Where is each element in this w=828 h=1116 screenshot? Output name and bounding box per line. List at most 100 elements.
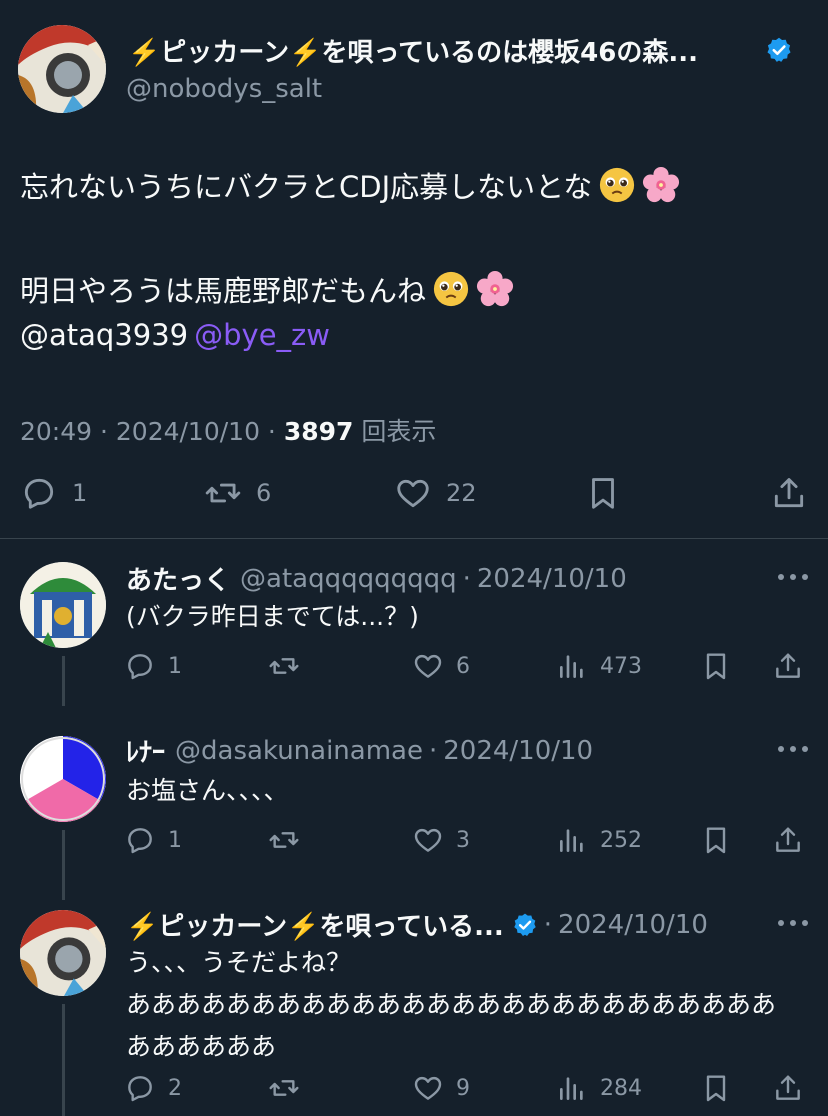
like-button[interactable]: 22 (394, 474, 477, 512)
reply-header: ﾚﾅｰ @dasakunainamae · 2024/10/10 (126, 732, 593, 769)
reply-actions: 1 6 473 (0, 650, 828, 684)
author-avatar[interactable] (18, 25, 106, 113)
reply-date[interactable]: 2024/10/10 (443, 736, 593, 766)
like-icon (414, 654, 442, 678)
cherry-blossom-emoji (476, 270, 514, 308)
reply-tweet[interactable]: あたっく @ataqqqqqqqqq · 2024/10/10 (バクラ昨日まで… (0, 540, 828, 712)
mention-link[interactable]: @bye_zw (194, 318, 330, 352)
more-icon[interactable] (776, 744, 810, 754)
more-icon[interactable] (776, 918, 810, 928)
main-tweet: ⚡️ピッカーン⚡️を唄っているのは櫻坂46の森... @nobodys_salt… (0, 0, 828, 540)
views-button[interactable]: 473 (556, 650, 642, 682)
tweet-text: 忘れないうちにバクラとCDJ応募しないとな (20, 170, 593, 204)
author-handle[interactable]: @nobodys_salt (126, 74, 322, 104)
section-divider (0, 538, 828, 539)
reply-handle[interactable]: @ataqqqqqqqqq (240, 564, 457, 594)
reply-display-name[interactable]: あたっく (126, 560, 230, 597)
separator-dot: · (462, 563, 471, 594)
bookmark-button[interactable] (700, 1072, 732, 1104)
avatar-illustration (20, 736, 106, 822)
cherry-blossom-emoji (642, 166, 680, 204)
reply-button[interactable]: 2 (124, 1072, 182, 1104)
reply-header: あたっく @ataqqqqqqqqq · 2024/10/10 (126, 560, 627, 597)
like-button[interactable]: 6 (412, 650, 470, 682)
tweet-mentions: @ataq3939 @bye_zw (20, 318, 330, 352)
pleading-face-emoji (598, 166, 636, 204)
mention-link[interactable]: @ataq3939 (20, 318, 188, 352)
avatar-illustration (20, 562, 106, 648)
reply-tweet[interactable]: ﾚﾅｰ @dasakunainamae · 2024/10/10 お塩さん、、、… (0, 712, 828, 886)
reply-button[interactable]: 1 (124, 650, 182, 682)
view-count: 284 (600, 1075, 642, 1101)
like-icon (414, 828, 442, 852)
reply-text-line: (バクラ昨日までては...？) (126, 602, 419, 631)
bookmark-icon (706, 1075, 726, 1102)
views-button[interactable]: 252 (556, 824, 642, 856)
tweet-text: 明日やろうは馬鹿野郎だもんね (20, 274, 427, 308)
share-button[interactable] (772, 824, 804, 856)
reply-avatar[interactable] (20, 910, 106, 996)
reply-actions: 2 9 284 (0, 1072, 828, 1106)
views-icon (560, 1077, 583, 1100)
view-count: 252 (600, 827, 642, 853)
share-icon (776, 653, 800, 678)
retweet-icon (269, 832, 299, 848)
reply-count: 1 (168, 653, 182, 679)
bookmark-button[interactable] (700, 650, 732, 682)
reply-button[interactable]: 1 (124, 824, 182, 856)
tweet-actions: 1 6 22 (0, 474, 828, 520)
reply-display-name[interactable]: ﾚﾅｰ (126, 732, 165, 769)
reply-count: 1 (72, 479, 88, 507)
retweet-button[interactable] (268, 1072, 300, 1104)
more-icon[interactable] (776, 572, 810, 582)
avatar-illustration (18, 25, 106, 113)
share-icon (776, 827, 800, 852)
bookmark-icon (706, 827, 726, 854)
pleading-face-emoji (432, 270, 470, 308)
reply-icon (128, 828, 152, 854)
share-button[interactable] (772, 1072, 804, 1104)
reply-icon (128, 654, 152, 680)
reply-tweet[interactable]: ⚡️ピッカーン⚡️を唄っている... · 2024/10/10 う、、、うそだよ… (0, 886, 828, 1116)
view-count: 3897 (283, 417, 354, 446)
retweet-button[interactable] (268, 824, 300, 856)
tweet-meta: 20:49 · 2024/10/10 · 3897 回表示 (20, 412, 436, 448)
like-count: 22 (446, 479, 477, 507)
reply-text: お塩さん、、、、 (126, 770, 289, 812)
reply-date[interactable]: 2024/10/10 (477, 564, 627, 594)
retweet-button[interactable]: 6 (204, 474, 271, 512)
like-count: 6 (456, 653, 470, 679)
verified-badge-icon (514, 913, 536, 936)
author-display-name[interactable]: ⚡️ピッカーン⚡️を唄っているのは櫻坂46の森... (128, 32, 698, 69)
bookmark-icon (706, 653, 726, 680)
verified-badge-icon (767, 37, 791, 62)
reply-header: ⚡️ピッカーン⚡️を唄っている... · 2024/10/10 (126, 906, 708, 943)
bookmark-button[interactable] (584, 474, 622, 512)
share-button[interactable] (770, 474, 808, 512)
share-button[interactable] (772, 650, 804, 682)
separator-dot: · (543, 909, 553, 940)
retweet-icon (205, 483, 241, 503)
views-button[interactable]: 284 (556, 1072, 642, 1104)
reply-date[interactable]: 2024/10/10 (558, 910, 708, 940)
reply-avatar[interactable] (20, 736, 106, 822)
reply-avatar[interactable] (20, 562, 106, 648)
tweet-text-line: 忘れないうちにバクラとCDJ応募しないとな (20, 164, 680, 206)
share-icon (774, 478, 804, 508)
views-icon (560, 655, 583, 678)
reply-button[interactable]: 1 (20, 474, 87, 512)
separator-dot: · (428, 735, 438, 766)
retweet-button[interactable] (268, 650, 300, 682)
view-count-label: 回表示 (353, 417, 437, 446)
reply-count: 2 (168, 1075, 182, 1101)
tweet-timestamp[interactable]: 20:49 · 2024/10/10 · (20, 417, 284, 446)
like-button[interactable]: 3 (412, 824, 470, 856)
like-button[interactable]: 9 (412, 1072, 470, 1104)
reply-handle[interactable]: @dasakunainamae (175, 736, 423, 766)
bookmark-button[interactable] (700, 824, 732, 856)
reply-display-name[interactable]: ⚡️ピッカーン⚡️を唄っている... (126, 906, 504, 943)
share-icon (776, 1075, 800, 1100)
reply-icon (128, 1076, 152, 1102)
like-count: 3 (456, 827, 470, 853)
bookmark-icon (592, 478, 614, 509)
